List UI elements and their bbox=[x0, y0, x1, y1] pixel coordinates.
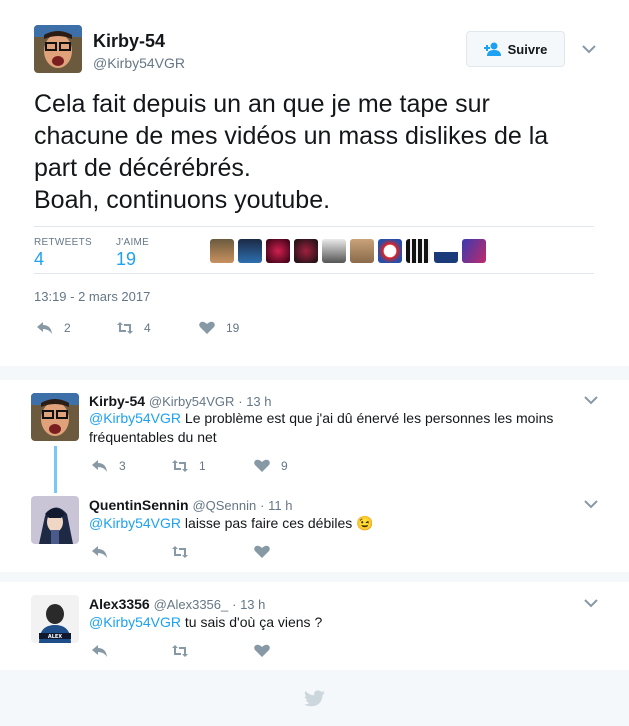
liker-avatar[interactable] bbox=[406, 239, 430, 263]
chevron-down-icon[interactable] bbox=[584, 395, 598, 405]
author-name[interactable]: Kirby-54 bbox=[93, 31, 165, 52]
liker-avatar[interactable] bbox=[350, 239, 374, 263]
svg-text:ALEX: ALEX bbox=[48, 634, 62, 640]
like-action[interactable] bbox=[253, 644, 271, 658]
reply-text: @Kirby54VGR Le problème est que j'ai dû … bbox=[89, 409, 579, 447]
wink-emoji: 😉 bbox=[356, 515, 374, 531]
main-tweet: Kirby-54 @Kirby54VGR Suivre Cela fait de… bbox=[0, 0, 629, 366]
liker-avatar[interactable] bbox=[322, 239, 346, 263]
liker-avatar[interactable] bbox=[266, 239, 290, 263]
follow-label: Suivre bbox=[507, 41, 548, 57]
reply-icon bbox=[92, 546, 107, 558]
tweet-actions: 2 4 19 bbox=[36, 321, 239, 335]
author-handle[interactable]: @Kirby54VGR bbox=[93, 55, 185, 71]
follow-button[interactable]: Suivre bbox=[466, 31, 565, 67]
reply-avatar[interactable] bbox=[31, 393, 79, 441]
reply-count: 3 bbox=[119, 459, 126, 473]
reply-text-body: Le problème est que j'ai dû énervé les p… bbox=[181, 410, 554, 426]
reply-time[interactable]: · 13 h bbox=[232, 597, 265, 612]
liker-avatar[interactable] bbox=[462, 239, 486, 263]
add-user-icon bbox=[483, 42, 501, 56]
like-count: 9 bbox=[281, 459, 288, 473]
reply-action[interactable]: 3 bbox=[91, 459, 171, 473]
retweet-action[interactable]: 4 bbox=[116, 321, 198, 335]
likes-label: J'AIME bbox=[116, 237, 150, 248]
heart-icon bbox=[254, 459, 270, 472]
reply-action[interactable] bbox=[91, 545, 171, 559]
liker-avatar[interactable] bbox=[238, 239, 262, 263]
tweet-text: Cela fait depuis un an que je me tape su… bbox=[34, 88, 604, 216]
liker-avatar[interactable] bbox=[294, 239, 318, 263]
chevron-down-icon[interactable] bbox=[584, 499, 598, 509]
tweet-date[interactable]: 13:19 - 2 mars 2017 bbox=[34, 289, 150, 304]
tweet-text-line: part de décérébrés. bbox=[34, 154, 251, 182]
reply-avatar[interactable]: ALEX bbox=[31, 595, 79, 643]
heart-icon bbox=[254, 644, 270, 657]
reply-author-handle[interactable]: @Kirby54VGR bbox=[149, 394, 234, 409]
reply-header: QuentinSennin @QSennin · 11 h bbox=[89, 497, 292, 513]
mention-link[interactable]: @Kirby54VGR bbox=[89, 410, 181, 426]
reply-icon bbox=[92, 645, 107, 657]
retweet-action[interactable]: 1 bbox=[171, 459, 253, 473]
heart-icon bbox=[199, 321, 215, 334]
reply-thread: ALEX Alex3356 @Alex3356_ · 13 h @Kirby54… bbox=[0, 582, 629, 670]
reply-author-name[interactable]: QuentinSennin bbox=[89, 497, 189, 513]
tweet-text-line: Cela fait depuis un an que je me tape su… bbox=[34, 90, 490, 118]
chevron-down-icon[interactable] bbox=[584, 598, 598, 608]
liker-avatar[interactable] bbox=[434, 239, 458, 263]
retweet-action[interactable] bbox=[171, 644, 253, 658]
likers-avatars bbox=[210, 239, 486, 263]
reply-author-handle[interactable]: @QSennin bbox=[192, 498, 256, 513]
reply-thread: Kirby-54 @Kirby54VGR · 13 h @Kirby54VGR … bbox=[0, 380, 629, 572]
reply-author-name[interactable]: Kirby-54 bbox=[89, 393, 145, 409]
reply-text-body: tu sais d'où ça viens ? bbox=[181, 614, 323, 630]
twitter-bird-icon[interactable] bbox=[304, 690, 326, 708]
reply-header: Kirby-54 @Kirby54VGR · 13 h bbox=[89, 393, 272, 409]
retweets-label: RETWEETS bbox=[34, 237, 92, 248]
reply-time[interactable]: · 13 h bbox=[238, 394, 271, 409]
reply-count: 2 bbox=[64, 321, 71, 335]
reply-action[interactable] bbox=[91, 644, 171, 658]
mention-link[interactable]: @Kirby54VGR bbox=[89, 614, 181, 630]
tweet-text-line: chacune de mes vidéos un mass dislikes d… bbox=[34, 122, 549, 150]
like-action[interactable]: 9 bbox=[253, 459, 288, 473]
thread-line bbox=[54, 446, 57, 493]
reply-header: Alex3356 @Alex3356_ · 13 h bbox=[89, 596, 265, 612]
heart-icon bbox=[254, 545, 270, 558]
reply-actions bbox=[91, 545, 271, 559]
reply-text: @Kirby54VGR tu sais d'où ça viens ? bbox=[89, 613, 579, 632]
reply-author-name[interactable]: Alex3356 bbox=[89, 596, 150, 612]
chevron-down-icon[interactable] bbox=[582, 44, 596, 54]
like-count: 19 bbox=[226, 321, 240, 335]
mention-link[interactable]: @Kirby54VGR bbox=[89, 515, 181, 531]
tweet-text-line: Boah, continuons youtube. bbox=[34, 186, 331, 214]
like-action[interactable] bbox=[253, 545, 271, 559]
liker-avatar[interactable] bbox=[210, 239, 234, 263]
retweet-count: 4 bbox=[144, 321, 151, 335]
reply-text: @Kirby54VGR laisse pas faire ces débiles… bbox=[89, 514, 579, 533]
retweet-count: 1 bbox=[199, 459, 206, 473]
reply-author-handle[interactable]: @Alex3356_ bbox=[154, 597, 229, 612]
reply-text-body: laisse pas faire ces débiles bbox=[181, 515, 357, 531]
retweet-action[interactable] bbox=[171, 545, 253, 559]
reply-avatar[interactable] bbox=[31, 496, 79, 544]
reply-icon bbox=[92, 460, 107, 472]
likes-count[interactable]: 19 bbox=[116, 249, 136, 270]
reply-actions: 3 1 9 bbox=[91, 459, 288, 473]
reply-actions bbox=[91, 644, 271, 658]
retweet-icon bbox=[172, 460, 188, 472]
reply-time[interactable]: · 11 h bbox=[260, 498, 292, 513]
reply-action[interactable]: 2 bbox=[36, 321, 116, 335]
tweet-stats: RETWEETS 4 J'AIME 19 bbox=[34, 226, 594, 274]
liker-avatar[interactable] bbox=[378, 239, 402, 263]
retweet-icon bbox=[172, 546, 188, 558]
retweet-icon bbox=[172, 645, 188, 657]
reply-icon bbox=[37, 322, 52, 334]
retweet-icon bbox=[117, 322, 133, 334]
reply-text-body: fréquentables du net bbox=[89, 429, 217, 445]
like-action[interactable]: 19 bbox=[198, 321, 239, 335]
retweets-count[interactable]: 4 bbox=[34, 249, 44, 270]
author-avatar[interactable] bbox=[34, 25, 82, 73]
